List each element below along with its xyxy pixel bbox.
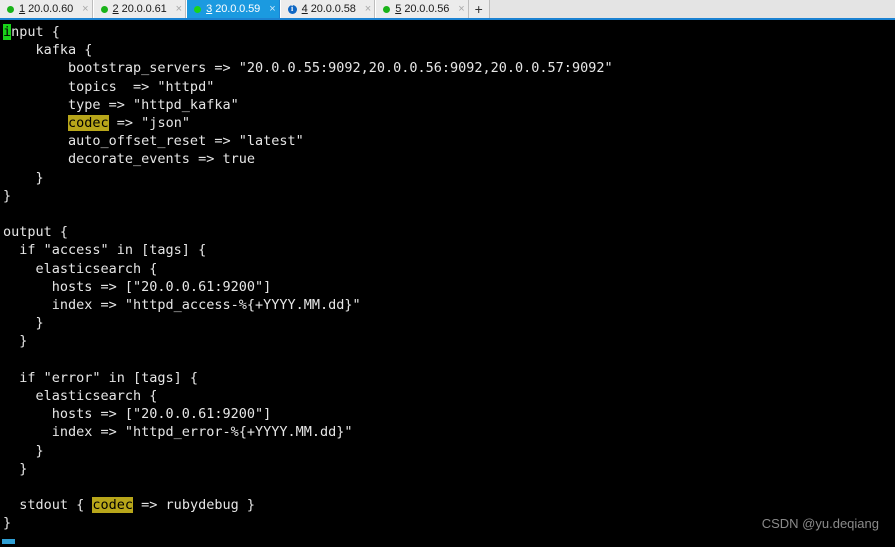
tab-host-label: 20.0.0.56 — [404, 3, 450, 15]
green-dot-icon — [194, 5, 202, 13]
tab-host-label: 20.0.0.59 — [215, 3, 261, 15]
tab-bar-empty-area — [489, 0, 895, 18]
terminal-window: 1 20.0.0.60 × 2 20.0.0.61 × 3 20.0.0.59 … — [0, 0, 895, 547]
tab-2[interactable]: 2 20.0.0.61 × — [92, 0, 187, 18]
tab-number: 2 — [112, 3, 119, 15]
blue-info-icon — [287, 4, 297, 14]
tab-number: 5 — [395, 3, 402, 15]
terminal-output-area[interactable]: input { kafka { bootstrap_servers => "20… — [0, 20, 895, 545]
close-icon[interactable]: × — [458, 3, 464, 15]
close-icon[interactable]: × — [176, 3, 182, 15]
close-icon[interactable]: × — [365, 3, 371, 15]
tab-3[interactable]: 3 20.0.0.59 × — [186, 0, 280, 18]
logstash-config-text: input { kafka { bootstrap_servers => "20… — [3, 24, 613, 532]
tab-1[interactable]: 1 20.0.0.60 × — [0, 0, 93, 18]
green-dot-icon — [7, 5, 14, 13]
tab-host-label: 20.0.0.61 — [121, 3, 167, 15]
tab-host-label: 20.0.0.58 — [310, 3, 356, 15]
close-icon[interactable]: × — [82, 3, 88, 15]
tab-number: 1 — [19, 3, 26, 15]
green-dot-icon — [100, 5, 108, 13]
tab-number: 4 — [301, 3, 308, 15]
tab-number: 3 — [206, 3, 213, 15]
tab-bar: 1 20.0.0.60 × 2 20.0.0.61 × 3 20.0.0.59 … — [0, 0, 895, 20]
close-icon[interactable]: × — [269, 3, 275, 15]
watermark-label: CSDN @yu.deqiang — [761, 516, 879, 531]
add-tab-button[interactable]: + — [468, 0, 490, 18]
tab-4[interactable]: 4 20.0.0.58 × — [279, 0, 376, 18]
tab-5[interactable]: 5 20.0.0.56 × — [375, 0, 469, 18]
green-dot-icon — [383, 5, 391, 13]
tab-host-label: 20.0.0.60 — [28, 3, 74, 15]
scroll-indicator[interactable] — [2, 539, 15, 544]
